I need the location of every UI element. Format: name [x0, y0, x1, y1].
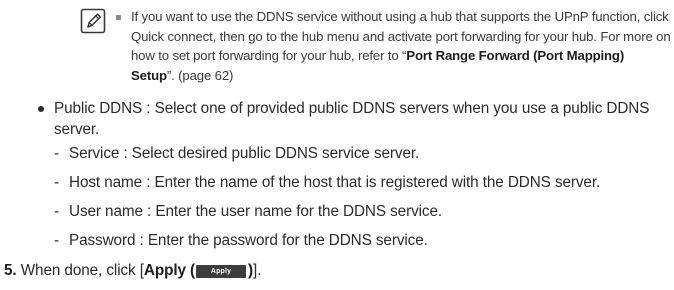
sub-item-password-text: Password : Enter the password for the DD… — [69, 232, 428, 249]
step-5: 5. When done, click [Apply (Apply)]. — [4, 260, 261, 281]
step-text-before: When done, click [ — [16, 262, 144, 279]
dash-icon: - — [54, 145, 59, 162]
note-pencil-icon — [80, 8, 106, 34]
sub-item-host-name-text: Host name : Enter the name of the host t… — [69, 174, 601, 191]
sub-item-password: - Password : Enter the password for the D… — [54, 230, 674, 251]
dash-icon: - — [54, 174, 59, 191]
sub-item-service: - Service : Select desired public DDNS se… — [54, 143, 674, 164]
bullet-dot-icon — [38, 106, 44, 112]
step-bold-label: Apply ( — [143, 262, 196, 279]
public-ddns-text: Public DDNS : Select one of provided pub… — [54, 100, 650, 138]
sub-item-host-name: - Host name : Enter the name of the host … — [54, 172, 674, 193]
dash-icon: - — [54, 203, 59, 220]
note-text: If you want to use the DDNS service with… — [131, 7, 671, 85]
note-text-part2: ”. (page 62) — [166, 67, 234, 83]
dash-icon: - — [54, 232, 59, 249]
step-number: 5. — [4, 262, 17, 279]
sub-item-user-name-text: User name : Enter the user name for the … — [69, 203, 443, 220]
step-text-after: ]. — [253, 262, 262, 279]
note-bullet-icon — [116, 15, 121, 20]
sub-item-user-name: - User name : Enter the user name for the… — [54, 201, 674, 222]
apply-button[interactable]: Apply — [196, 265, 247, 278]
sub-item-service-text: Service : Select desired public DDNS ser… — [69, 145, 420, 162]
